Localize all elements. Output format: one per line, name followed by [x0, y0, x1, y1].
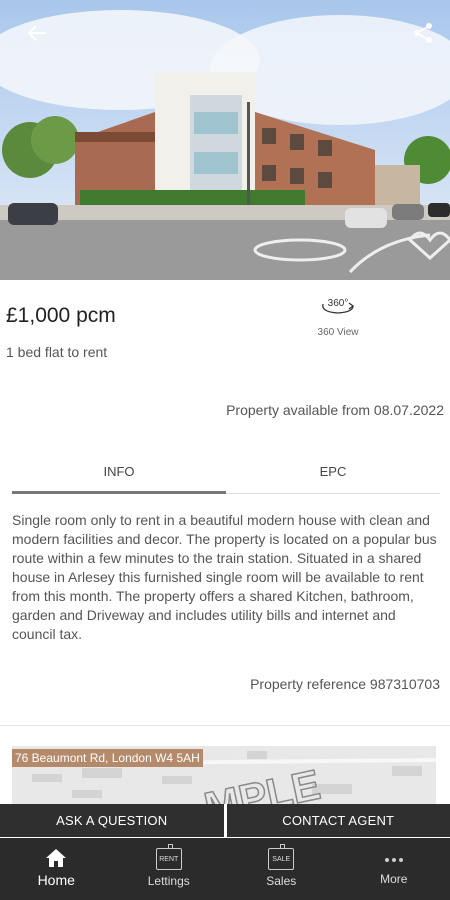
nav-sales[interactable]: SALE Sales: [225, 838, 338, 900]
property-reference: Property reference 987310703: [250, 676, 440, 692]
map-address-label: 76 Beaumont Rd, London W4 5AH: [12, 749, 203, 767]
nav-home-label: Home: [37, 872, 75, 888]
action-bar: ASK A QUESTION CONTACT AGENT: [0, 804, 450, 837]
view-360-label: 360 View: [317, 327, 359, 338]
view-360-button[interactable]: 360° 360 View: [308, 292, 368, 338]
bottom-navigation: Home RENT Lettings SALE Sales More: [0, 838, 450, 900]
property-photo-image: [0, 0, 450, 280]
info-tabs: INFO EPC: [12, 454, 440, 494]
section-divider: [0, 725, 450, 726]
tab-info[interactable]: INFO: [12, 454, 226, 494]
nav-more-label: More: [380, 872, 408, 886]
back-button[interactable]: [22, 18, 52, 48]
location-map[interactable]: MPLE 76 Beaumont Rd, London W4 5AH: [12, 746, 436, 804]
property-description: Single room only to rent in a beautiful …: [12, 512, 437, 642]
more-dots-icon: [384, 858, 403, 862]
ask-question-button[interactable]: ASK A QUESTION: [0, 804, 224, 837]
share-icon: [414, 23, 432, 43]
svg-text:360°: 360°: [328, 298, 349, 309]
360-view-icon: 360°: [322, 298, 355, 314]
listing-subtitle: 1 bed flat to rent: [6, 344, 108, 360]
property-photo[interactable]: [0, 0, 450, 280]
listing-price: £1,000 pcm: [6, 304, 116, 327]
tab-epc[interactable]: EPC: [226, 454, 440, 493]
share-button[interactable]: [408, 18, 438, 48]
sale-sign-icon: SALE: [268, 844, 295, 870]
contact-agent-button[interactable]: CONTACT AGENT: [226, 804, 450, 837]
nav-lettings-label: Lettings: [147, 874, 190, 888]
availability-date: Property available from 08.07.2022: [226, 402, 444, 418]
back-arrow-icon: [27, 25, 46, 41]
nav-more[interactable]: More: [338, 838, 450, 900]
home-icon: [46, 849, 67, 867]
nav-lettings[interactable]: RENT Lettings: [113, 838, 226, 900]
nav-home[interactable]: Home: [0, 838, 113, 900]
nav-sales-label: Sales: [266, 874, 297, 888]
rent-sign-icon: RENT: [155, 844, 182, 870]
